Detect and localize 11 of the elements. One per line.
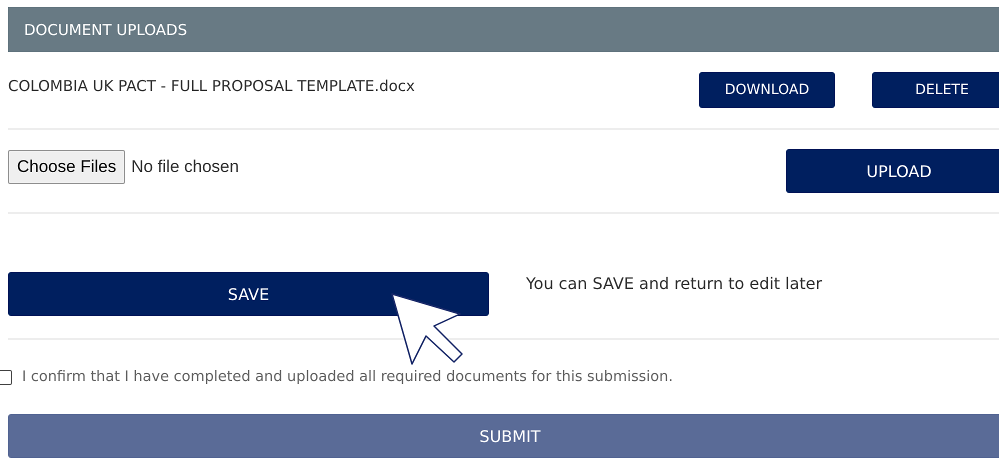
- choose-files-button[interactable]: Choose Files: [8, 150, 126, 184]
- section-header: DOCUMENT UPLOADS: [8, 7, 999, 52]
- save-hint: You can SAVE and return to edit later: [526, 274, 822, 293]
- confirm-checkbox[interactable]: [0, 370, 12, 384]
- file-status: No file chosen: [131, 157, 240, 177]
- save-button[interactable]: SAVE: [8, 272, 489, 316]
- confirm-label: I confirm that I have completed and uploaded all required documents for this submission.: [22, 369, 673, 385]
- delete-button[interactable]: DELETE: [872, 72, 999, 108]
- file-name: COLOMBIA UK PACT - FULL PROPOSAL TEMPLATE.docx: [8, 77, 416, 95]
- download-button[interactable]: DOWNLOAD: [699, 72, 835, 108]
- upload-button[interactable]: UPLOAD: [786, 149, 999, 193]
